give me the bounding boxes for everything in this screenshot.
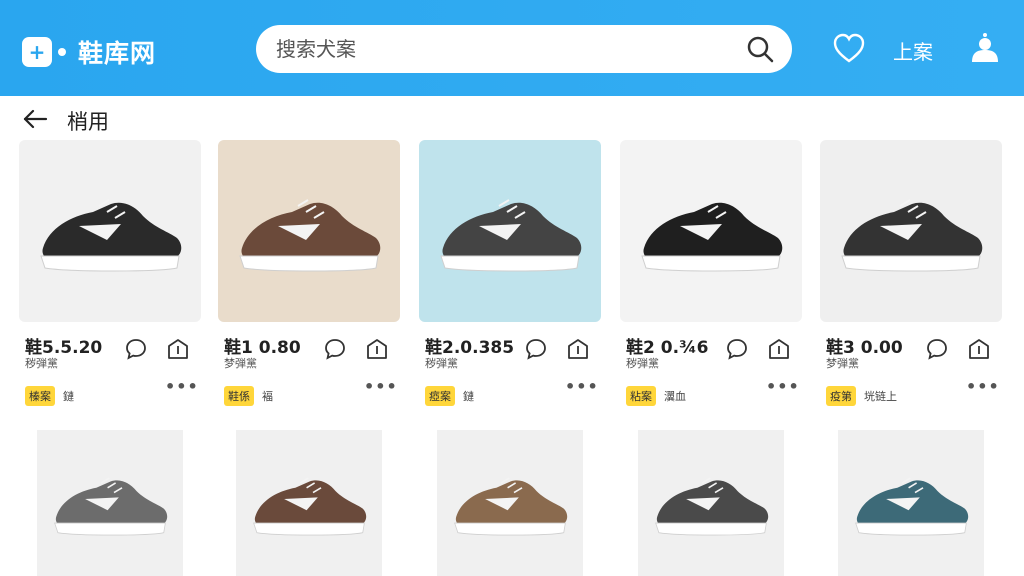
product-tag: 疫第 <box>826 386 856 406</box>
shoe-image <box>37 430 183 576</box>
product-image[interactable] <box>218 140 400 322</box>
product-card <box>620 430 802 576</box>
product-image[interactable] <box>820 430 1002 576</box>
more-options-icon[interactable]: ••• <box>165 379 198 398</box>
heart-icon[interactable] <box>832 32 866 66</box>
product-image[interactable] <box>218 430 400 576</box>
shoe-image <box>236 430 382 576</box>
product-tag: 榛案 <box>25 386 55 406</box>
product-tag-note: 鏈 <box>463 390 474 403</box>
share-icon[interactable] <box>167 338 189 360</box>
product-tag-note: 瀷血 <box>664 390 686 403</box>
user-avatar-icon[interactable] <box>968 32 1002 66</box>
share-icon[interactable] <box>768 338 790 360</box>
product-image[interactable] <box>419 430 601 576</box>
product-tag-note: 垙链上 <box>864 390 897 403</box>
product-subtitle: 梦弾黨 <box>826 357 859 370</box>
product-image[interactable] <box>419 140 601 322</box>
comment-icon[interactable] <box>324 338 346 360</box>
product-subtitle: 梦弾黨 <box>224 357 257 370</box>
product-subtitle: 秽弾黨 <box>626 357 659 370</box>
more-options-icon[interactable]: ••• <box>565 379 598 398</box>
sub-header <box>0 96 1024 140</box>
product-card <box>218 430 400 576</box>
shoe-image <box>437 430 583 576</box>
product-card <box>820 430 1002 576</box>
more-options-icon[interactable]: ••• <box>966 379 999 398</box>
shoe-image <box>19 140 201 322</box>
product-tag: 瘂案 <box>425 386 455 406</box>
shoe-image <box>419 140 601 322</box>
logo[interactable]: + 鞋库网 <box>22 34 156 70</box>
shoe-image <box>638 430 784 576</box>
app-name: 鞋库网 <box>78 39 157 68</box>
comment-icon[interactable] <box>926 338 948 360</box>
product-card <box>419 430 601 576</box>
product-card: 鞋3 0.00 梦弾黨 疫第 垙链上 ••• <box>820 140 1002 410</box>
share-icon[interactable] <box>968 338 990 360</box>
shoe-image <box>620 140 802 322</box>
product-image[interactable] <box>19 430 201 576</box>
product-subtitle: 秽弾黨 <box>25 357 58 370</box>
comment-icon[interactable] <box>525 338 547 360</box>
more-options-icon[interactable]: ••• <box>766 379 799 398</box>
search-input[interactable] <box>256 25 792 73</box>
search-icon[interactable] <box>744 33 776 65</box>
product-image[interactable] <box>620 140 802 322</box>
shoe-image <box>218 140 400 322</box>
more-options-icon[interactable]: ••• <box>364 379 397 398</box>
product-tag-note: 鏈 <box>63 390 74 403</box>
shoe-image <box>838 430 984 576</box>
product-card: 鞋2.0.385 秽弾黨 瘂案鏈 ••• <box>419 140 601 410</box>
product-card <box>19 430 201 576</box>
comment-icon[interactable] <box>125 338 147 360</box>
product-card: 鞋5.5.20 秽弾黨 榛案鏈 ••• <box>19 140 201 410</box>
product-tag: 粘案 <box>626 386 656 406</box>
login-link[interactable]: 上案 <box>893 36 933 65</box>
logo-dot <box>58 48 66 56</box>
product-image[interactable] <box>820 140 1002 322</box>
comment-icon[interactable] <box>726 338 748 360</box>
product-image[interactable] <box>620 430 802 576</box>
product-card: 鞋1 0.80 梦弾黨 鞋係褔 ••• <box>218 140 400 410</box>
product-tag-note: 褔 <box>262 390 273 403</box>
product-tag: 鞋係 <box>224 386 254 406</box>
product-image[interactable] <box>19 140 201 322</box>
share-icon[interactable] <box>366 338 388 360</box>
logo-mark: + <box>22 37 52 67</box>
product-card: 鞋2 0.¾6 秽弾黨 粘案 瀷血 ••• <box>620 140 802 410</box>
share-icon[interactable] <box>567 338 589 360</box>
page-title: 梢用 <box>67 110 109 134</box>
back-arrow-icon[interactable] <box>22 108 48 130</box>
product-subtitle: 秽弾黨 <box>425 357 458 370</box>
shoe-image <box>820 140 1002 322</box>
